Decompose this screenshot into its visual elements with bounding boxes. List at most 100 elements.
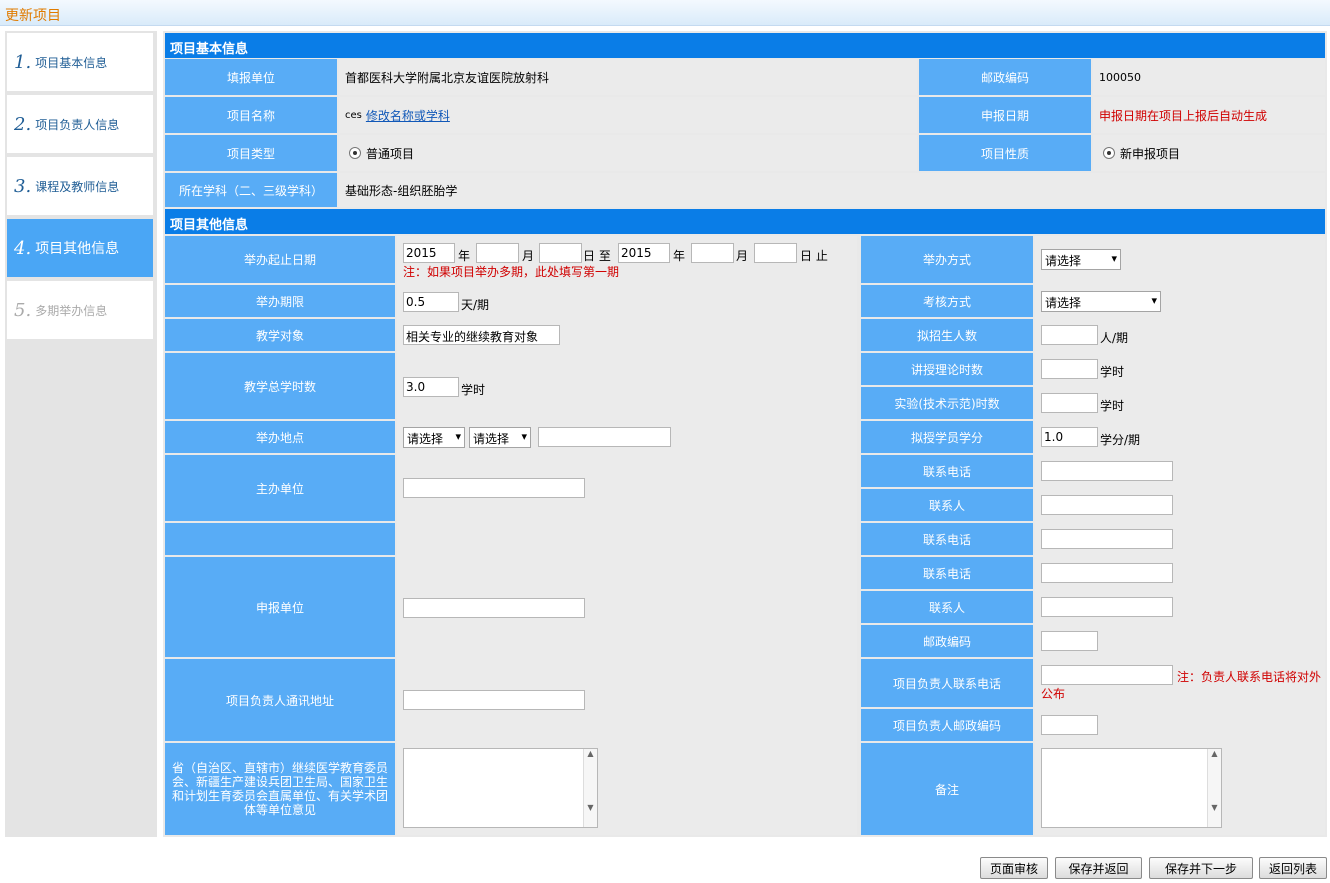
method-select[interactable]: 请选择	[1041, 249, 1121, 270]
apply-date-label: 申报日期	[919, 97, 1091, 133]
step-label: 项目负责人信息	[35, 117, 120, 132]
host-phone-label: 联系电话	[861, 455, 1033, 487]
dates-label: 举办起止日期	[165, 236, 395, 283]
subject-value: 基础形态-组织胚胎学	[339, 173, 1325, 207]
textarea-scrollbar[interactable]: ▲ ▼	[1207, 749, 1221, 827]
enroll-unit: 人/期	[1100, 331, 1129, 345]
project-name-label: 项目名称	[165, 97, 337, 133]
start-day-input[interactable]	[539, 243, 582, 263]
project-nature-radio[interactable]	[1103, 147, 1115, 159]
opinion-textarea[interactable]: ▲ ▼	[403, 748, 598, 828]
host-contact-label: 联系人	[861, 489, 1033, 521]
unit-label: 填报单位	[165, 59, 337, 95]
step-course-teacher-info[interactable]: 3. 课程及教师信息	[7, 157, 153, 217]
step-label: 项目其他信息	[35, 241, 120, 257]
review-button[interactable]: 页面审核	[980, 857, 1048, 879]
place-label: 举办地点	[165, 421, 395, 453]
experiment-input[interactable]	[1041, 393, 1098, 413]
step-label: 项目基本信息	[35, 55, 108, 70]
method-label: 举办方式	[861, 236, 1033, 283]
step-number: 4.	[14, 237, 32, 259]
duration-label: 举办期限	[165, 285, 395, 317]
apply-contact-input[interactable]	[1041, 597, 1173, 617]
step-other-info[interactable]: 4. 项目其他信息	[7, 219, 153, 279]
city-select[interactable]: 请选择	[469, 427, 531, 448]
exam-select[interactable]: 请选择	[1041, 291, 1161, 312]
remark-textarea[interactable]: ▲ ▼	[1041, 748, 1222, 828]
edit-name-link[interactable]: 修改名称或学科	[366, 107, 450, 124]
place-input[interactable]	[538, 427, 671, 447]
step-number: 1.	[14, 51, 32, 73]
end-day-input[interactable]	[754, 243, 797, 263]
start-month-input[interactable]	[476, 243, 519, 263]
leader-phone-note: 注：负责人联系电话将对外公布	[1041, 670, 1322, 701]
apply-phone-input[interactable]	[1041, 563, 1173, 583]
project-type-radio[interactable]	[349, 147, 361, 159]
end-year-input[interactable]: 2015	[618, 243, 670, 263]
hours-input[interactable]: 3.0	[403, 377, 459, 397]
save-next-button[interactable]: 保存并下一步	[1149, 857, 1253, 879]
province-select[interactable]: 请选择	[403, 427, 465, 448]
host-label: 主办单位	[165, 455, 395, 521]
start-month-unit: 月	[522, 249, 535, 263]
opinion-label: 省（自治区、直辖市）继续医学教育委员会、新疆生产建设兵团卫生局、国家卫生和计划生…	[165, 743, 395, 835]
start-year-unit: 年	[458, 249, 471, 263]
exam-label: 考核方式	[861, 285, 1033, 317]
apply-postcode-input[interactable]	[1041, 631, 1098, 651]
blank-label	[165, 523, 395, 555]
apply-unit-input[interactable]	[403, 598, 585, 618]
enroll-label: 拟招生人数	[861, 319, 1033, 351]
end-month-input[interactable]	[691, 243, 734, 263]
credit-label: 拟授学员学分	[861, 421, 1033, 453]
remark-label: 备注	[861, 743, 1033, 835]
duration-input[interactable]: 0.5	[403, 292, 459, 312]
textarea-scrollbar[interactable]: ▲ ▼	[583, 749, 597, 827]
theory-unit: 学时	[1100, 365, 1125, 379]
project-type-cell: 普通项目	[339, 135, 917, 171]
host-input[interactable]	[403, 478, 585, 498]
back-to-list-button[interactable]: 返回列表	[1259, 857, 1327, 879]
leader-phone-label: 项目负责人联系电话	[861, 659, 1033, 707]
blank-phone-label: 联系电话	[861, 523, 1033, 555]
hours-unit: 学时	[461, 383, 486, 397]
step-basic-info[interactable]: 1. 项目基本信息	[7, 33, 153, 93]
host-contact-input[interactable]	[1041, 495, 1173, 515]
leader-postcode-input[interactable]	[1041, 715, 1098, 735]
project-name-value: ces	[345, 109, 362, 121]
address-label: 项目负责人通讯地址	[165, 659, 395, 741]
project-nature-value: 新申报项目	[1120, 146, 1181, 161]
step-label: 课程及教师信息	[35, 179, 120, 194]
theory-input[interactable]	[1041, 359, 1098, 379]
title-bar: 更新项目	[0, 0, 1330, 26]
enroll-input[interactable]	[1041, 325, 1098, 345]
leader-postcode-label: 项目负责人邮政编码	[861, 709, 1033, 741]
credit-input[interactable]: 1.0	[1041, 427, 1098, 447]
main-form: 项目基本信息 填报单位 首都医科大学附属北京友谊医院放射科 邮政编码 10005…	[163, 31, 1327, 837]
step-number: 3.	[14, 175, 32, 197]
duration-unit: 天/期	[461, 298, 490, 312]
save-return-button[interactable]: 保存并返回	[1055, 857, 1142, 879]
apply-postcode-label: 邮政编码	[861, 625, 1033, 657]
apply-contact-label: 联系人	[861, 591, 1033, 623]
experiment-unit: 学时	[1100, 399, 1125, 413]
section-header-other: 项目其他信息	[165, 209, 1325, 234]
step-number: 5.	[14, 299, 32, 321]
apply-date-value: 申报日期在项目上报后自动生成	[1093, 97, 1325, 133]
address-input[interactable]	[403, 690, 585, 710]
target-input[interactable]: 相关专业的继续教育对象	[403, 325, 560, 345]
host-phone-input[interactable]	[1041, 461, 1173, 481]
project-name-cell: ces 修改名称或学科	[339, 97, 917, 133]
blank-phone-input[interactable]	[1041, 529, 1173, 549]
section-header-basic: 项目基本信息	[165, 33, 1325, 58]
postcode-label: 邮政编码	[919, 59, 1091, 95]
step-label: 多期举办信息	[35, 303, 108, 318]
dates-note: 注：如果项目举办多期，此处填写第一期	[403, 265, 620, 279]
end-month-unit: 月	[736, 249, 749, 263]
step-leader-info[interactable]: 2. 项目负责人信息	[7, 95, 153, 155]
window-title: 更新项目	[5, 8, 61, 24]
step-number: 2.	[14, 113, 32, 135]
start-year-input[interactable]: 2015	[403, 243, 455, 263]
apply-unit-label: 申报单位	[165, 557, 395, 657]
project-type-label: 项目类型	[165, 135, 337, 171]
project-nature-label: 项目性质	[919, 135, 1091, 171]
